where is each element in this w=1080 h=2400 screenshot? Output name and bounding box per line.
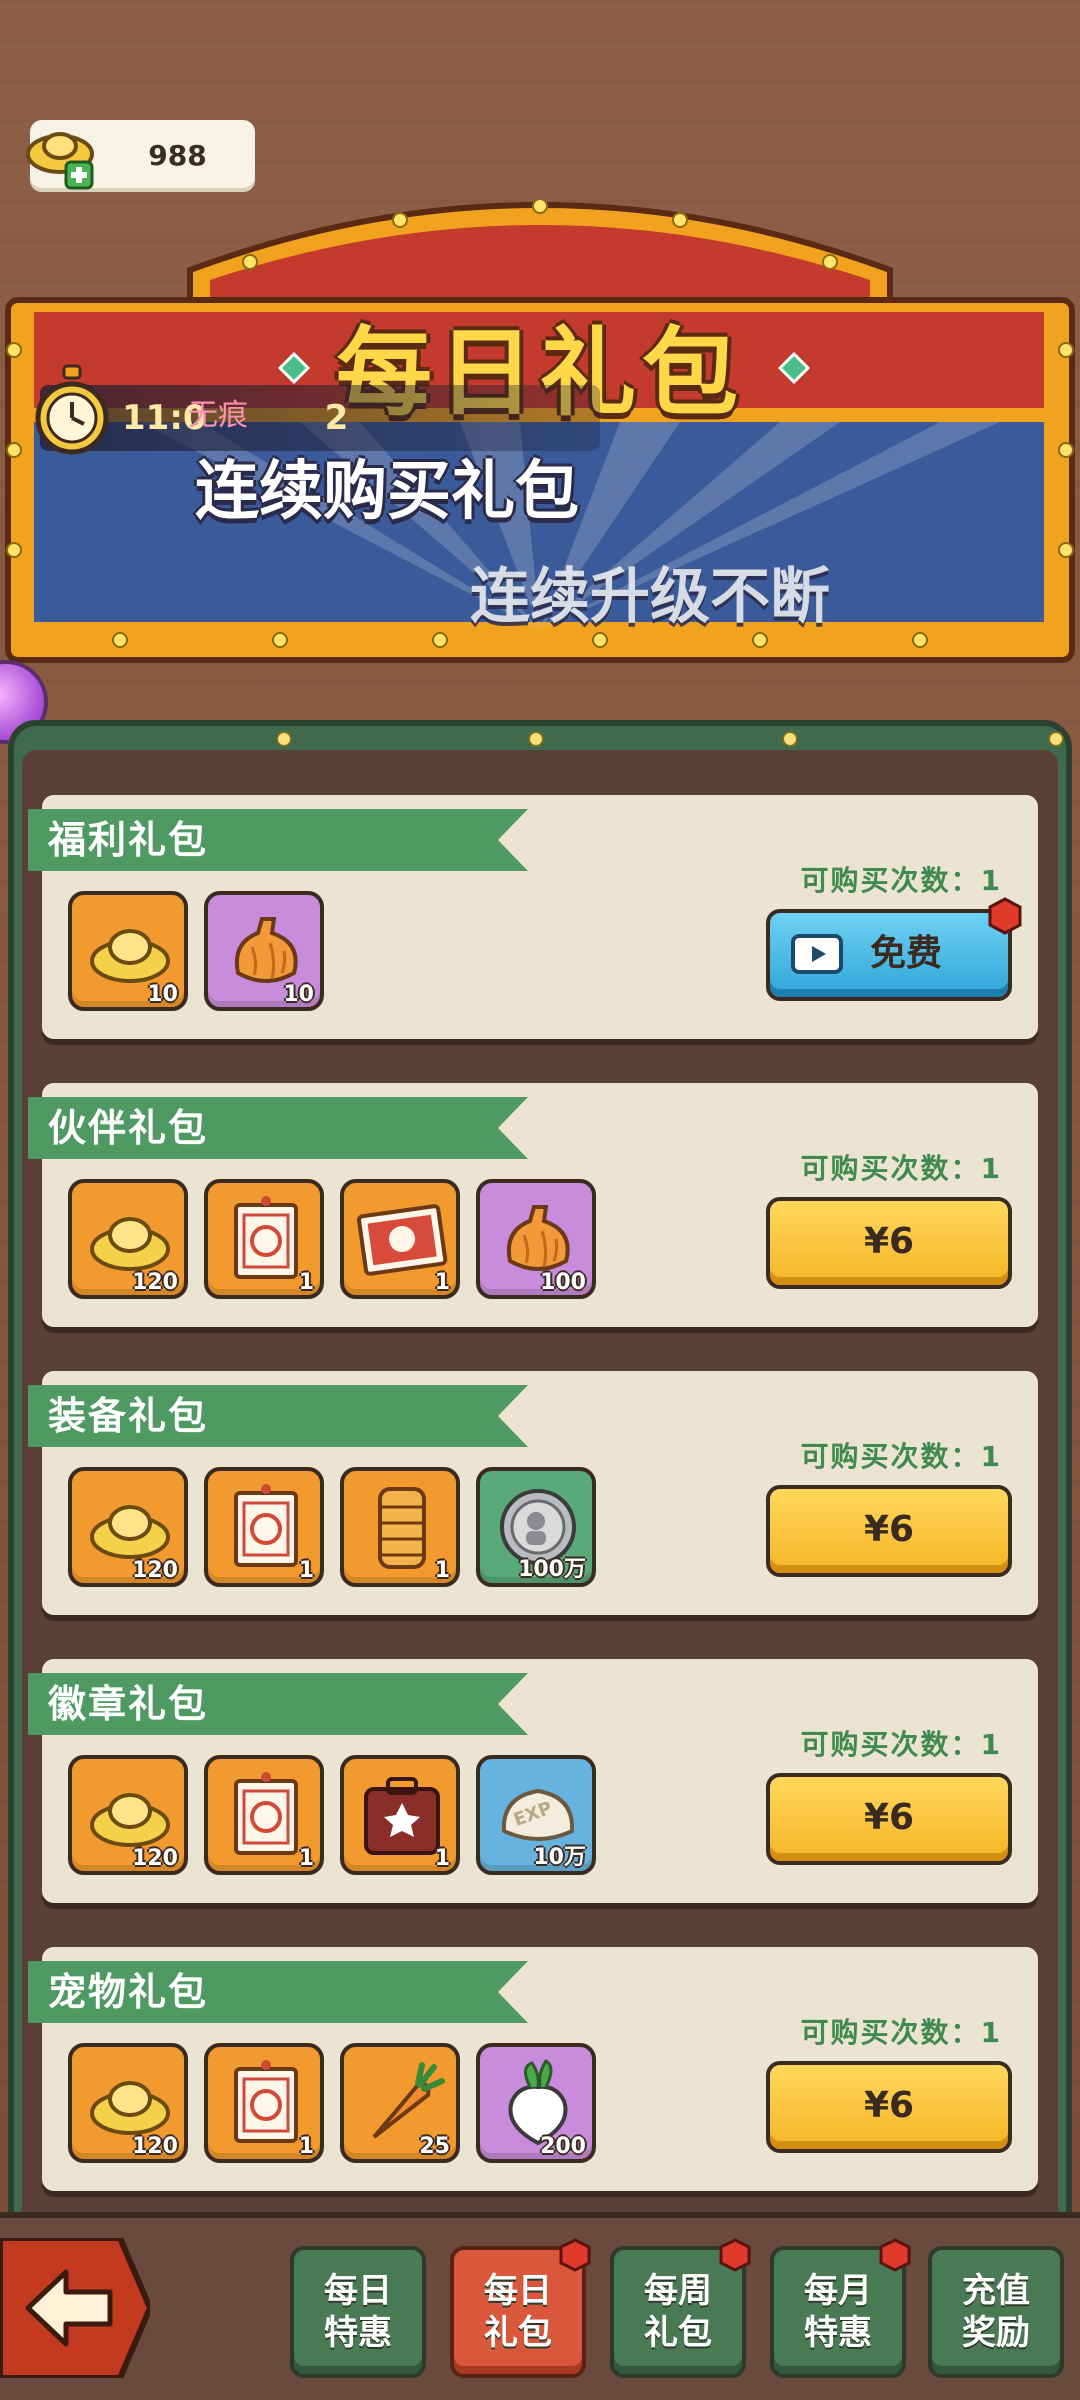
board-bulb: [528, 731, 544, 747]
overlay-label: 无痕: [188, 398, 248, 433]
banner-slogan-1: 连续购买礼包: [195, 455, 579, 529]
free-label: 免费: [870, 933, 943, 974]
reward-item[interactable]: 25: [340, 2043, 460, 2163]
purchase-limit: 可购买次数：1: [800, 2016, 1002, 2049]
reward-item[interactable]: 120: [68, 1179, 188, 1299]
reward-item[interactable]: 1: [340, 1755, 460, 1875]
timer-tail: 2: [324, 398, 349, 438]
red-dot-badge-icon: [879, 2238, 911, 2272]
red-dot-badge-icon: [988, 897, 1022, 935]
board-bulb: [1048, 731, 1064, 747]
stopwatch-icon: [35, 364, 109, 455]
reward-item[interactable]: 120: [68, 1755, 188, 1875]
package-card: 福利礼包 10 10 可购买次数：1 免费: [28, 795, 1038, 1039]
gold-ingot-plus-icon: [26, 132, 94, 190]
package-title: 装备礼包: [48, 1394, 209, 1438]
board-bulb: [276, 731, 292, 747]
reward-item[interactable]: 1: [340, 1179, 460, 1299]
reward-item[interactable]: 1: [204, 1467, 324, 1587]
reward-quantity: 120: [132, 1846, 178, 1871]
reward-item[interactable]: 1: [340, 1467, 460, 1587]
reward-quantity: 1: [434, 1270, 450, 1295]
buy-button[interactable]: ¥6: [766, 1197, 1012, 1289]
package-card: 徽章礼包 120 1 1 EXP 10万 可购买次数：1 ¥6: [28, 1659, 1038, 1903]
reward-item[interactable]: 120: [68, 1467, 188, 1587]
red-dot-badge-icon: [559, 2238, 591, 2272]
reward-item[interactable]: 1: [204, 1179, 324, 1299]
price-label: ¥6: [863, 1509, 915, 1550]
gold-currency-counter[interactable]: 988: [26, 120, 255, 192]
reward-quantity: 120: [132, 1558, 178, 1583]
reward-quantity: 120: [132, 1270, 178, 1295]
purchase-limit: 可购买次数：1: [800, 1152, 1002, 1185]
package-title: 徽章礼包: [48, 1682, 209, 1726]
reward-quantity: 1: [434, 1558, 450, 1583]
red-dot-badge-icon: [719, 2238, 751, 2272]
reward-item[interactable]: 10: [68, 891, 188, 1011]
price-label: ¥6: [863, 1221, 915, 1262]
reward-item[interactable]: 1: [204, 2043, 324, 2163]
gold-amount: 988: [148, 139, 207, 172]
video-ad-icon: [791, 934, 843, 974]
buy-button[interactable]: ¥6: [766, 1485, 1012, 1577]
package-title: 福利礼包: [48, 818, 209, 862]
tab-label-line1: 每周: [644, 2271, 712, 2311]
price-label: ¥6: [863, 2085, 915, 2126]
reward-quantity: 10万: [533, 1845, 586, 1870]
purchase-limit: 可购买次数：1: [800, 1728, 1002, 1761]
reward-quantity: 10: [147, 982, 178, 1007]
reward-quantity: 25: [419, 2134, 450, 2159]
reward-item[interactable]: EXP 10万: [476, 1755, 596, 1875]
back-arrow-icon[interactable]: [0, 2238, 150, 2378]
tab-label-line1: 充值: [962, 2271, 1030, 2311]
buy-button[interactable]: ¥6: [766, 2061, 1012, 2153]
tab-label-line2: 特惠: [804, 2313, 872, 2353]
tab-label-line1: 每日: [324, 2271, 392, 2311]
reward-item[interactable]: 100万: [476, 1467, 596, 1587]
reward-quantity: 120: [132, 2134, 178, 2159]
tab-label-line1: 每日: [484, 2271, 552, 2311]
banner-slogan-2: 连续升级不断: [470, 562, 830, 632]
board-bulb: [782, 731, 798, 747]
package-card: 伙伴礼包 120 1 1 100 可购买次数：1 ¥6: [28, 1083, 1038, 1327]
reward-quantity: 1: [434, 1846, 450, 1871]
price-label: ¥6: [863, 1797, 915, 1838]
reward-item[interactable]: 100: [476, 1179, 596, 1299]
reward-quantity: 200: [540, 2134, 586, 2159]
tab-每日特惠[interactable]: 每日 特惠: [290, 2246, 426, 2378]
tab-label-line1: 每月: [804, 2271, 872, 2311]
free-claim-button[interactable]: 免费: [766, 897, 1022, 1001]
purchase-limit: 可购买次数：1: [800, 1440, 1002, 1473]
tab-每日礼包[interactable]: 每日 礼包: [450, 2238, 591, 2378]
reward-quantity: 1: [298, 1270, 314, 1295]
reward-quantity: 1: [298, 2134, 314, 2159]
tab-充值奖励[interactable]: 充值 奖励: [928, 2246, 1064, 2378]
reward-quantity: 100万: [518, 1557, 586, 1582]
tab-label-line2: 特惠: [324, 2313, 392, 2353]
package-card: 装备礼包 120 1 1 100万 可购买次数：1 ¥6: [28, 1371, 1038, 1615]
reward-quantity: 1: [298, 1558, 314, 1583]
tab-label-line2: 礼包: [484, 2313, 552, 2353]
tab-每周礼包[interactable]: 每周 礼包: [610, 2238, 751, 2378]
tab-label-line2: 奖励: [962, 2313, 1030, 2353]
tab-label-line2: 礼包: [644, 2313, 712, 2353]
tab-每月特惠[interactable]: 每月 特惠: [770, 2238, 911, 2378]
reward-quantity: 100: [540, 1270, 586, 1295]
reward-item[interactable]: 120: [68, 2043, 188, 2163]
reward-item[interactable]: 10: [204, 891, 324, 1011]
reward-quantity: 1: [298, 1846, 314, 1871]
package-title: 伙伴礼包: [48, 1106, 209, 1150]
package-card: 宠物礼包 120 1 25 200 可购买次数：1 ¥6: [28, 1947, 1038, 2191]
buy-button[interactable]: ¥6: [766, 1773, 1012, 1865]
package-title: 宠物礼包: [48, 1970, 209, 2014]
reward-item[interactable]: 200: [476, 2043, 596, 2163]
purchase-limit: 可购买次数：1: [800, 864, 1002, 897]
reward-quantity: 10: [283, 982, 314, 1007]
reward-item[interactable]: 1: [204, 1755, 324, 1875]
